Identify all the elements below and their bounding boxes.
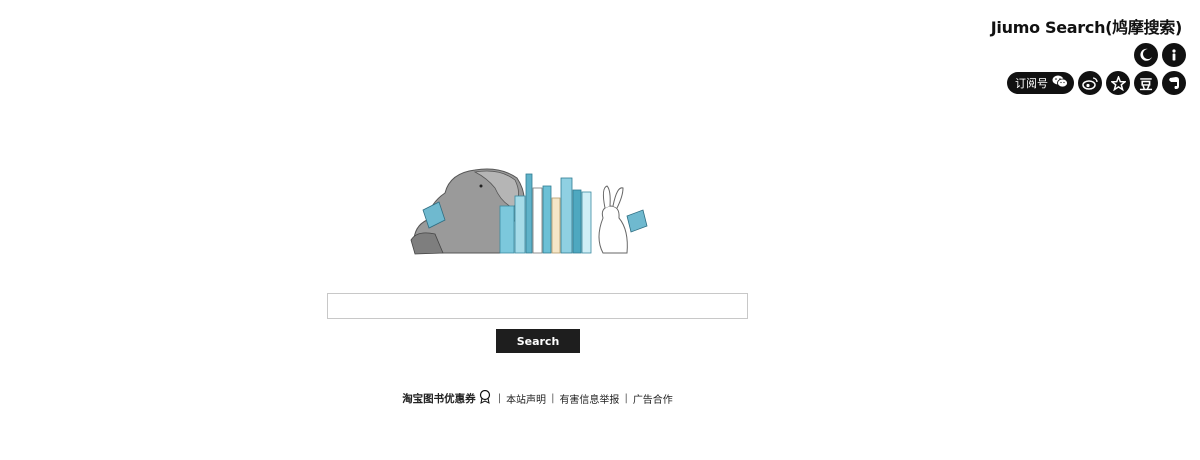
site-title: Jiumo Search(鸠摩搜索) [990, 18, 1183, 37]
info-icon[interactable] [1162, 43, 1186, 67]
rabbit-illustration [598, 185, 648, 254]
footer-link-ads[interactable]: 广告合作 [633, 391, 673, 406]
evernote-icon[interactable] [1162, 71, 1186, 95]
footer-separator: | [624, 393, 628, 404]
promo-link[interactable]: 淘宝图书优惠券 [402, 391, 476, 406]
hero-illustration [410, 168, 648, 255]
star-icon[interactable] [1106, 71, 1130, 95]
footer: 淘宝图书优惠券 | 本站声明 | 有害信息举报 | 广告合作 [0, 389, 1075, 407]
search-input[interactable] [327, 293, 748, 319]
footer-link-report[interactable]: 有害信息举报 [559, 391, 619, 406]
footer-separator: | [551, 393, 555, 404]
footer-separator: | [497, 393, 502, 404]
gift-icon [479, 389, 491, 407]
wechat-subscribe-label: 订阅号 [1015, 77, 1048, 90]
douban-button[interactable]: 豆 [1134, 71, 1158, 95]
wechat-icon [1052, 75, 1068, 91]
weibo-icon[interactable] [1078, 71, 1102, 95]
douban-label: 豆 [1139, 77, 1153, 93]
toolbar-row-1 [1134, 43, 1186, 67]
footer-link-statement[interactable]: 本站声明 [506, 391, 546, 406]
wechat-subscribe-button[interactable]: 订阅号 [1007, 72, 1074, 94]
moon-icon[interactable] [1134, 43, 1158, 67]
toolbar-row-2: 订阅号 豆 [1007, 71, 1186, 95]
search-button[interactable]: Search [496, 329, 580, 353]
